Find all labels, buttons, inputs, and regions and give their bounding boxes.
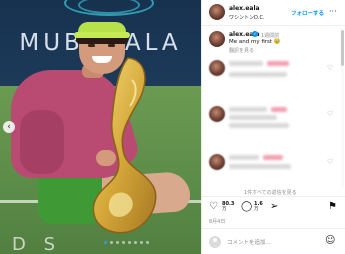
blurred-emoji (267, 61, 289, 66)
blurred-meta (229, 123, 289, 128)
more-options-icon[interactable]: ··· (329, 7, 337, 16)
see-translation-link[interactable]: 翻訳を見る (229, 47, 254, 54)
comment-heart-icon[interactable]: ♡ (327, 110, 333, 118)
comment-count[interactable]: 1.6 万 (254, 201, 263, 213)
carousel-dot (134, 241, 137, 244)
post-location[interactable]: ワシントンD.C. (229, 14, 265, 21)
blurred-meta (229, 164, 291, 169)
carousel-dot-active (104, 241, 107, 244)
follow-button[interactable]: フォローする (291, 9, 324, 17)
author-avatar[interactable] (209, 4, 225, 20)
caption-text: Me and my first 🥹 (229, 39, 281, 45)
like-count[interactable]: 80.3 万 (222, 201, 234, 213)
blurred-text (229, 115, 277, 120)
blurred-username (229, 155, 259, 160)
chevron-left-icon[interactable]: ‹ (3, 121, 15, 133)
comment-bubble-icon[interactable]: ◯ (241, 202, 252, 212)
comment-item: ♡ (202, 60, 345, 100)
blurred-emoji (271, 107, 287, 112)
comment-input[interactable]: コメントを追加... (227, 238, 271, 246)
post-date: 8月4日 (209, 219, 226, 225)
commenter-avatar[interactable] (209, 60, 225, 76)
court-lettering: D S (12, 234, 62, 254)
viewer-avatar (209, 236, 221, 248)
visor-brim (74, 32, 130, 38)
instagram-post: MUBADALA D S (0, 0, 345, 254)
comment-composer[interactable]: コメントを追加... ☺ (202, 228, 345, 254)
post-header: alex.eala ワシントンD.C. フォローする ··· (202, 0, 345, 26)
view-all-replies-link[interactable]: 1件すべての返信を見る (244, 189, 297, 196)
smile-icon[interactable]: ☺ (325, 235, 335, 246)
comment-item: ♡ (202, 106, 345, 146)
comment-heart-icon[interactable]: ♡ (327, 158, 333, 166)
carousel-dot (128, 241, 131, 244)
like-count-unit: 万 (222, 207, 227, 212)
carousel-dot (146, 241, 149, 244)
carousel-dot (116, 241, 119, 244)
caption-avatar[interactable] (209, 31, 225, 47)
post-sidebar: alex.eala ワシントンD.C. フォローする ··· alex.eala… (201, 0, 345, 254)
comment-count-unit: 万 (254, 207, 259, 212)
verified-badge-icon: ✓ (252, 31, 258, 37)
action-bar: ♡ 80.3 万 ◯ 1.6 万 ➢ ⚑ (202, 196, 345, 220)
paper-plane-icon[interactable]: ➢ (270, 202, 278, 212)
commenter-avatar[interactable] (209, 106, 225, 122)
trophy (92, 57, 157, 234)
carousel-dot (122, 241, 125, 244)
player-eye-left (88, 44, 95, 47)
author-username[interactable]: alex.eala (229, 5, 260, 12)
commenter-avatar[interactable] (209, 154, 225, 170)
hoodie-shade (20, 110, 64, 174)
blurred-emoji (263, 155, 283, 160)
comment-item: ♡ (202, 154, 345, 194)
player-hand (96, 150, 116, 166)
caption-time: 1週間前 (261, 33, 280, 39)
bookmark-icon[interactable]: ⚑ (328, 202, 337, 212)
blurred-username (229, 61, 263, 66)
heart-icon[interactable]: ♡ (209, 202, 218, 212)
comment-heart-icon[interactable]: ♡ (327, 64, 333, 72)
carousel-dot (140, 241, 143, 244)
carousel-dot (110, 241, 113, 244)
carousel-dots (104, 241, 149, 244)
post-photo[interactable]: MUBADALA D S (0, 0, 201, 254)
blurred-username (229, 107, 267, 112)
player-eye-right (108, 44, 115, 47)
blurred-meta (229, 72, 287, 77)
